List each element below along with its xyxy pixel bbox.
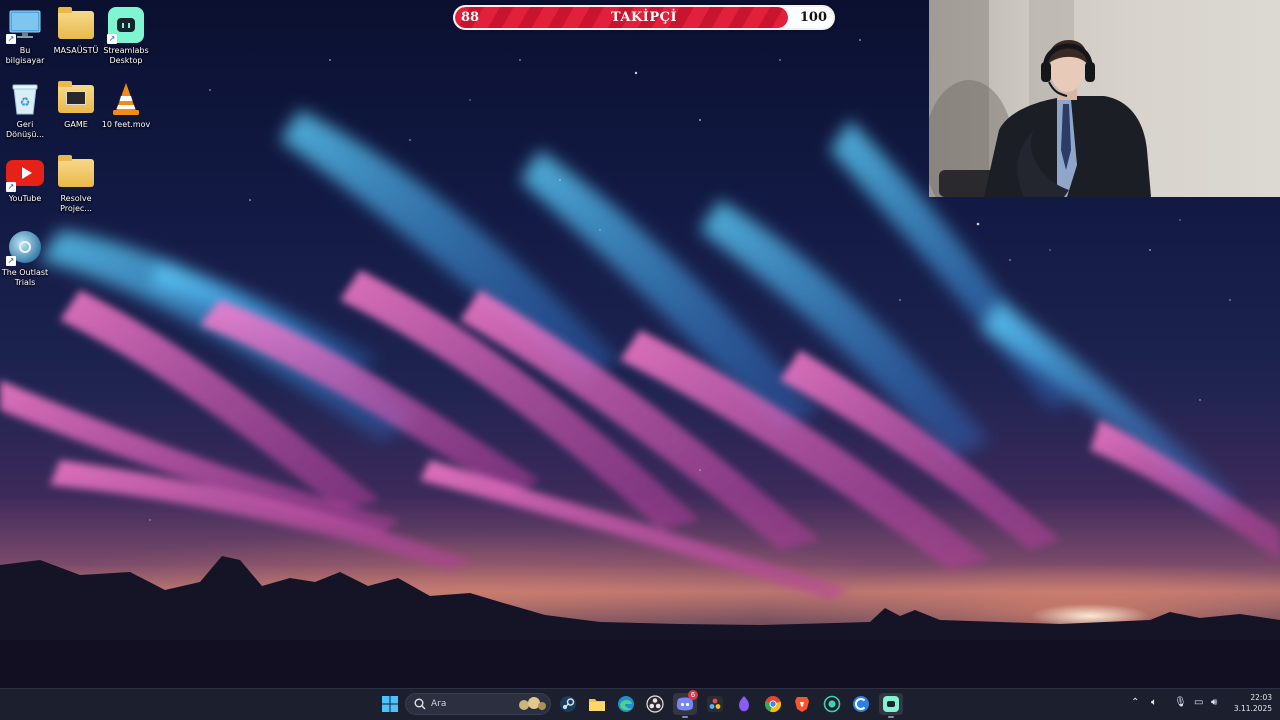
taskbar-app-blue[interactable] <box>849 693 873 715</box>
taskbar-brave[interactable] <box>790 693 814 715</box>
desktop-icon-recycle-bin[interactable]: ♻ Geri Dönüşü... <box>0 80 50 140</box>
desktop-icon-label: Geri Dönüşü... <box>5 120 45 139</box>
streamlabs-icon: ↗ <box>107 6 145 44</box>
desktop-icon-label: 10 feet.mov <box>101 120 151 129</box>
follower-goal-title: TAKİPÇİ <box>610 10 678 25</box>
taskbar-steam[interactable] <box>556 693 580 715</box>
app-teal-icon <box>823 695 841 713</box>
taskbar-app-teal[interactable] <box>820 693 844 715</box>
vlc-cone-icon <box>107 80 145 118</box>
display-icon[interactable]: ▭ <box>1194 697 1203 708</box>
desktop-icon-this-pc[interactable]: ↗ Bu bilgisayar <box>0 6 50 66</box>
shortcut-arrow-icon: ↗ <box>107 34 117 44</box>
taskbar-clock[interactable]: 22:03 3.11.2025 <box>1226 692 1272 714</box>
outlast-icon: ↗ <box>6 228 44 266</box>
start-button[interactable] <box>378 693 402 715</box>
app-blue-icon <box>853 696 869 712</box>
webcam-overlay <box>929 0 1280 197</box>
desktop-icon-masaustu[interactable]: MASAÜSTÜ <box>51 6 101 56</box>
desktop-icon-label: MASAÜSTÜ <box>53 46 99 55</box>
search-icon <box>414 698 426 710</box>
chrome-icon <box>764 696 781 713</box>
start-icon <box>382 696 398 712</box>
volume-icon[interactable]: 🔊︎ <box>1211 697 1217 708</box>
obs-icon <box>646 695 664 713</box>
follower-target-count: 100 <box>799 10 827 25</box>
taskbar-file-explorer[interactable] <box>585 693 609 715</box>
streamlabs-icon <box>883 696 899 712</box>
brave-icon <box>795 697 809 712</box>
recycle-bin-icon: ♻ <box>6 80 44 118</box>
desktop-icon-label: Bu bilgisayar <box>5 46 45 65</box>
desktop-icon-youtube[interactable]: ↗ YouTube <box>0 154 50 204</box>
desktop-icon-label: GAME <box>64 120 88 129</box>
shortcut-arrow-icon: ↗ <box>6 34 16 44</box>
clock-time: 22:03 <box>1250 693 1272 702</box>
chevron-up-icon[interactable]: ⌃ <box>1131 697 1139 708</box>
taskbar <box>0 688 1280 720</box>
youtube-icon: ↗ <box>6 154 44 192</box>
desktop-icon-10-feet-mov[interactable]: 10 feet.mov <box>101 80 151 130</box>
edge-icon <box>618 696 634 712</box>
taskbar-app-purple[interactable] <box>732 693 756 715</box>
desktop-icon-game[interactable]: GAME <box>51 80 101 130</box>
follower-goal-bar: 88 TAKİPÇİ 100 <box>453 5 835 30</box>
taskbar-obs[interactable] <box>643 693 667 715</box>
svg-text:♻: ♻ <box>20 95 31 109</box>
desktop-icon-resolve-projects[interactable]: Resolve Projec... <box>51 154 101 214</box>
file-explorer-icon <box>589 699 605 711</box>
search-placeholder: Ara <box>431 699 447 709</box>
steam-icon <box>560 696 576 712</box>
desktop-icon-label: Streamlabs Desktop <box>103 46 149 65</box>
app-purple-icon <box>739 696 749 712</box>
microphone-icon[interactable]: 🎙︎ <box>1174 697 1187 708</box>
webcam-person-image <box>929 0 1151 197</box>
folder-icon <box>57 154 95 192</box>
desktop-icon-label: The Outlast Trials <box>1 268 49 287</box>
taskbar-search-box[interactable]: Ara <box>405 693 551 715</box>
monitor-icon: ↗ <box>6 6 44 44</box>
folder-icon <box>57 80 95 118</box>
taskbar-chrome[interactable] <box>761 693 785 715</box>
desktop-icon-streamlabs[interactable]: ↗ Streamlabs Desktop <box>101 6 151 66</box>
desktop-icon-label: Resolve Projec... <box>60 194 92 213</box>
speaker-icon[interactable]: 🔈︎ <box>1151 697 1157 708</box>
taskbar-davinci-resolve[interactable] <box>703 693 727 715</box>
desktop-icon-label: YouTube <box>8 194 42 203</box>
folder-icon <box>57 6 95 44</box>
search-highlight-icon <box>519 697 546 710</box>
desktop-icon-outlast-trials[interactable]: ↗ The Outlast Trials <box>0 228 50 288</box>
davinci-resolve-icon <box>707 696 723 712</box>
shortcut-arrow-icon: ↗ <box>6 256 16 266</box>
clock-date: 3.11.2025 <box>1233 704 1272 713</box>
discord-notification-badge: 6 <box>688 690 698 700</box>
taskbar-streamlabs[interactable] <box>879 693 903 718</box>
taskbar-edge[interactable] <box>614 693 638 715</box>
shortcut-arrow-icon: ↗ <box>6 182 16 192</box>
taskbar-discord[interactable]: 6 <box>673 690 698 718</box>
